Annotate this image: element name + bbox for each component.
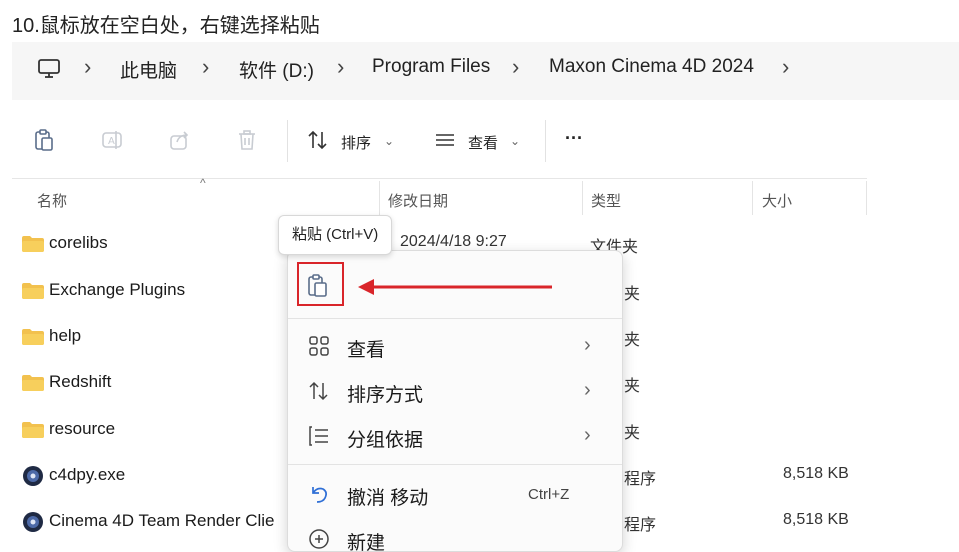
folder-icon <box>22 422 44 438</box>
breadcrumb-program-files[interactable]: Program Files <box>372 56 490 78</box>
folder-icon <box>22 236 44 252</box>
menu-item-view[interactable]: 查看 › <box>288 324 622 368</box>
chevron-right-icon[interactable]: › <box>202 54 209 80</box>
file-type: 夹 <box>624 332 641 349</box>
file-name[interactable]: Cinema 4D Team Render Clie <box>49 511 275 531</box>
more-options-button[interactable]: ··· <box>565 128 583 149</box>
column-divider[interactable] <box>379 181 380 215</box>
grid-icon <box>309 336 329 356</box>
cinema4d-app-icon <box>23 512 43 532</box>
view-lines-icon[interactable] <box>433 128 457 152</box>
delete-icon[interactable] <box>235 128 259 152</box>
file-type: 程序 <box>624 517 657 534</box>
column-date[interactable]: 修改日期 <box>388 190 448 211</box>
file-size: 8,518 KB <box>783 511 849 528</box>
chevron-down-icon[interactable]: ⌄ <box>510 134 520 148</box>
new-icon <box>309 529 329 549</box>
instruction-text: 10.鼠标放在空白处，右键选择粘贴 <box>12 15 320 37</box>
column-divider[interactable] <box>866 181 867 215</box>
folder-icon <box>22 375 44 391</box>
view-button[interactable]: 查看 <box>468 132 498 153</box>
column-size[interactable]: 大小 <box>762 190 792 211</box>
svg-text:A: A <box>108 136 115 147</box>
toolbar: A 排序 ⌄ 查看 ⌄ ··· <box>12 112 959 172</box>
file-name[interactable]: c4dpy.exe <box>49 465 125 485</box>
toolbar-divider <box>287 120 288 162</box>
breadcrumb-this-pc[interactable]: 此电脑 <box>120 56 177 83</box>
file-type: 夹 <box>624 286 641 303</box>
sort-ascending-icon: ^ <box>200 176 206 190</box>
folder-icon <box>22 283 44 299</box>
sort-icon <box>309 381 328 401</box>
menu-label: 撤消 移动 <box>347 488 429 509</box>
file-size: 8,518 KB <box>783 465 849 482</box>
cinema4d-app-icon <box>23 466 43 486</box>
computer-icon[interactable] <box>37 57 61 81</box>
red-arrow-annotation <box>358 279 552 295</box>
file-date: 2024/4/18 9:27 <box>400 233 507 250</box>
file-name[interactable]: Exchange Plugins <box>49 280 185 300</box>
chevron-right-icon[interactable]: › <box>337 54 344 80</box>
column-header: ^ 名称 修改日期 类型 大小 <box>12 176 867 217</box>
share-icon[interactable] <box>168 128 192 152</box>
chevron-right-icon: › <box>584 334 591 356</box>
menu-label: 分组依据 <box>347 430 424 451</box>
sort-icon[interactable] <box>306 128 330 152</box>
chevron-right-icon[interactable]: › <box>512 54 519 80</box>
menu-shortcut: Ctrl+Z <box>528 486 570 503</box>
menu-label: 新建 <box>347 533 386 552</box>
menu-item-group[interactable]: 分组依据 › <box>288 414 622 458</box>
menu-label: 查看 <box>347 340 386 361</box>
chevron-right-icon: › <box>584 424 591 446</box>
file-type: 夹 <box>624 378 641 395</box>
menu-separator <box>288 318 622 319</box>
file-type: 程序 <box>624 471 657 488</box>
group-by-icon <box>309 426 328 446</box>
sort-button[interactable]: 排序 <box>341 132 371 153</box>
address-bar[interactable]: › 此电脑 › 软件 (D:) › Program Files › Maxon … <box>12 42 959 100</box>
column-divider[interactable] <box>582 181 583 215</box>
rename-icon[interactable]: A <box>100 128 124 152</box>
chevron-down-icon[interactable]: ⌄ <box>384 134 394 148</box>
menu-item-sort[interactable]: 排序方式 › <box>288 369 622 413</box>
paste-icon[interactable] <box>32 128 56 152</box>
column-divider[interactable] <box>752 181 753 215</box>
menu-item-undo[interactable]: 撤消 移动 Ctrl+Z <box>288 472 622 516</box>
chevron-right-icon: › <box>584 379 591 401</box>
undo-icon <box>312 487 327 503</box>
paste-tooltip: 粘贴 (Ctrl+V) <box>278 215 393 255</box>
column-type[interactable]: 类型 <box>591 190 621 211</box>
menu-separator <box>288 464 622 465</box>
menu-label: 排序方式 <box>347 385 424 406</box>
breadcrumb-cinema4d[interactable]: Maxon Cinema 4D 2024 <box>549 56 754 78</box>
file-name[interactable]: help <box>49 326 81 346</box>
paste-highlight-box <box>297 262 344 306</box>
column-name[interactable]: 名称 <box>37 190 67 211</box>
toolbar-divider <box>545 120 546 162</box>
file-name[interactable]: Redshift <box>49 372 111 392</box>
file-name[interactable]: resource <box>49 419 115 439</box>
folder-icon <box>22 329 44 345</box>
chevron-right-icon[interactable]: › <box>782 54 789 80</box>
file-type: 夹 <box>624 425 641 442</box>
file-name[interactable]: corelibs <box>49 233 108 253</box>
breadcrumb-drive-d[interactable]: 软件 (D:) <box>239 56 314 83</box>
chevron-right-icon[interactable]: › <box>84 54 91 80</box>
